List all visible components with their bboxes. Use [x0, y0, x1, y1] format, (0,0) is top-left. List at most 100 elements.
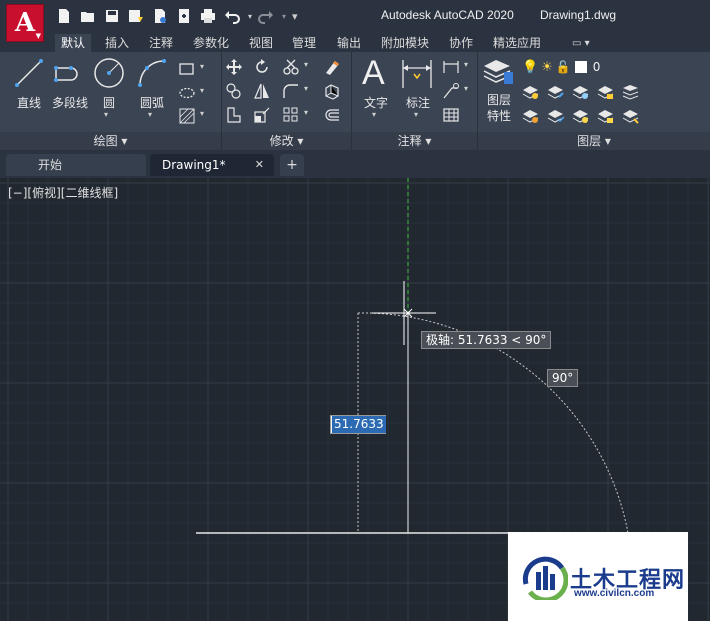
- tab-home[interactable]: 默认: [55, 34, 92, 52]
- offset-icon[interactable]: [323, 106, 341, 124]
- move-icon[interactable]: [225, 58, 243, 76]
- title-bar: A ▼ ▾ ▾ ▾ Autodesk AutoCAD 2020 Drawing1…: [0, 0, 710, 42]
- watermark-url: www.civilcn.com: [574, 588, 655, 599]
- tab-parametric[interactable]: 参数化: [187, 34, 235, 52]
- undo-icon[interactable]: [224, 8, 240, 24]
- text-dropdown-icon[interactable]: ▾: [372, 110, 376, 119]
- leader-dropdown-icon[interactable]: ▾: [464, 84, 468, 93]
- layer-unlock-icon[interactable]: 🔓: [556, 60, 571, 74]
- tab-addins[interactable]: 附加模块: [375, 34, 435, 52]
- copy-icon[interactable]: [225, 82, 243, 100]
- tab-drawing1[interactable]: Drawing1* ✕: [150, 154, 274, 176]
- mirror-icon[interactable]: [253, 82, 271, 100]
- ellipse-icon[interactable]: [178, 84, 196, 102]
- layer-unlock-all-icon[interactable]: [597, 107, 615, 125]
- application-menu-button[interactable]: A ▼: [6, 4, 44, 42]
- tab-featured-apps[interactable]: 精选应用: [487, 34, 547, 52]
- linear-dimension-dropdown-icon[interactable]: ▾: [464, 60, 468, 69]
- polyline-tool-label[interactable]: 多段线: [46, 94, 94, 111]
- layers-panel: 图层 特性 💡 ☀ 🔓 0 图层 ▾: [478, 52, 710, 150]
- arc-dropdown-icon[interactable]: ▾: [148, 110, 152, 119]
- erase-icon[interactable]: [323, 58, 341, 76]
- ellipse-dropdown-icon[interactable]: ▾: [200, 86, 204, 95]
- layers-panel-title[interactable]: 图层 ▾: [478, 132, 710, 150]
- line-icon[interactable]: [14, 58, 44, 88]
- layer-match-icon[interactable]: [547, 83, 565, 101]
- dimension-icon[interactable]: [400, 58, 434, 90]
- trim-icon[interactable]: [282, 58, 300, 76]
- layer-properties-icon[interactable]: [482, 56, 514, 86]
- layer-color-swatch[interactable]: [574, 61, 587, 73]
- angle-tooltip: 90°: [547, 369, 579, 387]
- rectangle-dropdown-icon[interactable]: ▾: [200, 62, 204, 71]
- layer-selector[interactable]: 💡 ☀ 🔓 0: [522, 58, 706, 76]
- redo-dropdown-icon[interactable]: ▾: [282, 12, 286, 21]
- array-icon[interactable]: [282, 106, 300, 124]
- fillet-icon[interactable]: [282, 82, 300, 100]
- open-web-icon[interactable]: [152, 8, 168, 24]
- layer-isolate-icon[interactable]: [522, 83, 540, 101]
- circle-icon[interactable]: [92, 56, 126, 90]
- dimension-tool-label[interactable]: 标注: [400, 94, 436, 111]
- save-icon[interactable]: [104, 8, 120, 24]
- arc-icon[interactable]: [136, 58, 170, 88]
- close-tab-icon[interactable]: ✕: [255, 154, 264, 176]
- stretch-icon[interactable]: [225, 106, 243, 124]
- open-folder-icon[interactable]: [80, 8, 96, 24]
- print-icon[interactable]: [200, 8, 216, 24]
- layer-properties-label[interactable]: 图层 特性: [480, 92, 518, 124]
- layer-name: 0: [592, 60, 601, 74]
- line-tool-label[interactable]: 直线: [10, 94, 48, 111]
- redo-icon[interactable]: [258, 8, 274, 24]
- leader-icon[interactable]: [442, 82, 460, 100]
- circle-dropdown-icon[interactable]: ▾: [104, 110, 108, 119]
- polyline-icon[interactable]: [53, 58, 87, 88]
- array-dropdown-icon[interactable]: ▾: [304, 108, 308, 117]
- text-icon[interactable]: A: [362, 54, 385, 92]
- ribbon-minimize-icon[interactable]: ▭ ▾: [566, 35, 596, 53]
- undo-dropdown-icon[interactable]: ▾: [248, 12, 252, 21]
- layer-thaw-icon[interactable]: ☀: [541, 60, 553, 75]
- rotate-icon[interactable]: [253, 58, 271, 76]
- layer-current-icon[interactable]: [547, 107, 565, 125]
- layer-on-icon[interactable]: 💡: [522, 60, 538, 75]
- hatch-dropdown-icon[interactable]: ▾: [200, 109, 204, 118]
- layer-lock-icon[interactable]: [597, 83, 615, 101]
- layer-copy-icon[interactable]: [622, 107, 640, 125]
- scale-icon[interactable]: [253, 106, 271, 124]
- layer-thaw-all-icon[interactable]: [572, 107, 590, 125]
- share-icon[interactable]: [176, 8, 192, 24]
- tab-annotate[interactable]: 注释: [143, 34, 179, 52]
- customize-qat-icon[interactable]: ▾: [292, 10, 298, 23]
- new-tab-button[interactable]: +: [280, 154, 304, 176]
- tab-output[interactable]: 输出: [331, 34, 367, 52]
- arc-tool-label[interactable]: 圆弧: [136, 94, 168, 111]
- viewport-controls[interactable]: [−][俯视][二维线框]: [8, 184, 118, 201]
- hatch-icon[interactable]: [178, 107, 196, 125]
- tab-manage[interactable]: 管理: [286, 34, 322, 52]
- fillet-dropdown-icon[interactable]: ▾: [304, 84, 308, 93]
- layer-states-icon[interactable]: [622, 83, 640, 101]
- dynamic-input-length[interactable]: 51.7633: [330, 415, 386, 434]
- tab-view[interactable]: 视图: [243, 34, 279, 52]
- dimension-dropdown-icon[interactable]: ▾: [414, 110, 418, 119]
- tab-insert[interactable]: 插入: [99, 34, 135, 52]
- tab-start[interactable]: 开始: [6, 154, 146, 176]
- modify-panel-title[interactable]: 修改 ▾: [222, 132, 351, 150]
- text-tool-label[interactable]: 文字: [358, 94, 394, 111]
- annotation-panel-title[interactable]: 注释 ▾: [352, 132, 477, 150]
- rectangle-icon[interactable]: [178, 60, 196, 78]
- draw-panel-title[interactable]: 绘图 ▾: [0, 132, 221, 150]
- trim-dropdown-icon[interactable]: ▾: [304, 60, 308, 69]
- layer-freeze-icon[interactable]: [572, 83, 590, 101]
- table-icon[interactable]: [442, 106, 460, 124]
- linear-dimension-icon[interactable]: [442, 58, 460, 76]
- annotation-panel: A 文字 ▾ 标注 ▾ ▾ ▾ 注释 ▾: [352, 52, 478, 150]
- app-title: Autodesk AutoCAD 2020: [381, 8, 514, 22]
- new-file-icon[interactable]: [56, 8, 72, 24]
- layer-unisolate-icon[interactable]: [522, 107, 540, 125]
- save-as-icon[interactable]: [128, 8, 144, 24]
- explode-icon[interactable]: [323, 82, 341, 100]
- tab-collaborate[interactable]: 协作: [443, 34, 479, 52]
- circle-tool-label[interactable]: 圆: [96, 94, 122, 111]
